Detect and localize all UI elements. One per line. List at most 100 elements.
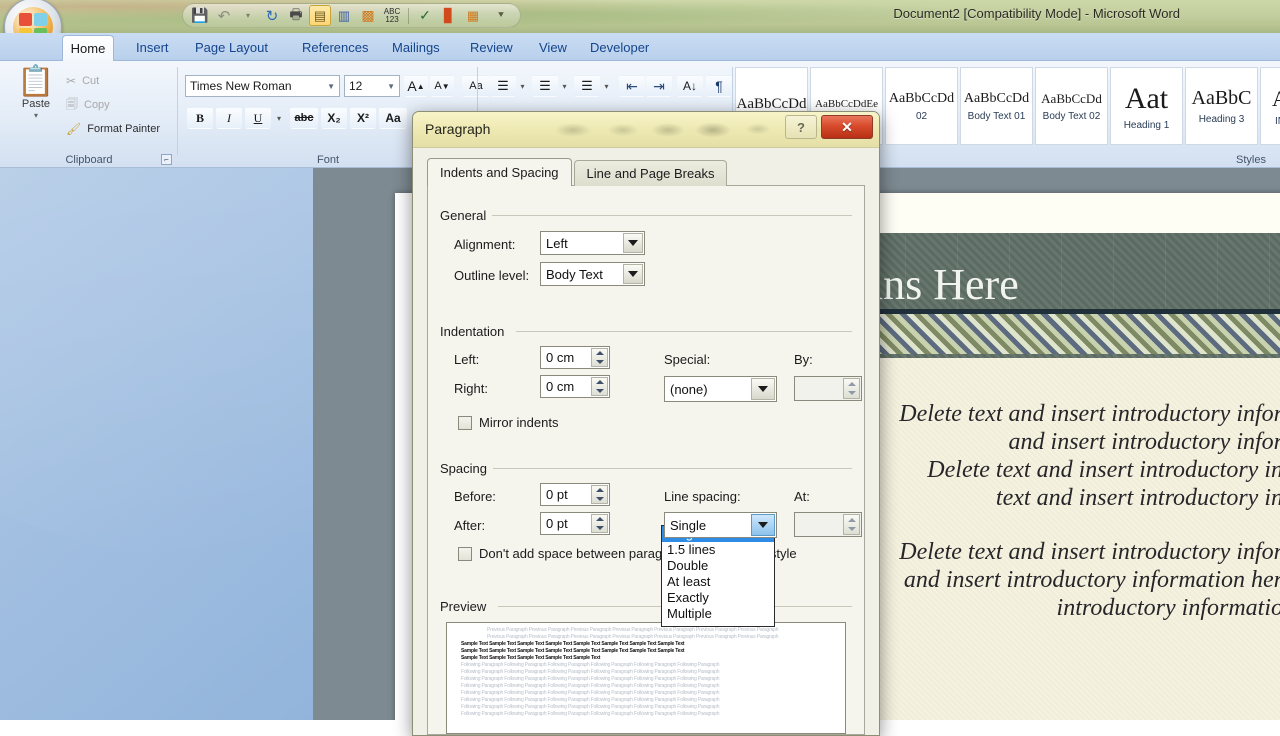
chevron-down-icon[interactable] [751,514,775,536]
right-indent-spinner[interactable]: 0 cm [540,375,610,398]
tab-line-and-page-breaks[interactable]: Line and Page Breaks [574,160,728,186]
chevron-down-icon[interactable] [751,378,775,400]
print-icon[interactable]: 🖶 [285,5,307,26]
cut-button[interactable]: ✂ Cut [66,70,99,92]
outline-level-combo[interactable]: Body Text [540,262,645,286]
save-icon[interactable]: 💾 [189,5,211,26]
help-button[interactable]: ? [785,115,817,139]
mirror-indents-checkbox-row[interactable]: Mirror indents [458,415,558,430]
paste-button[interactable]: 📋 Paste ▾ [12,67,60,143]
numbering-button[interactable]: ☰ [532,75,558,97]
undo-icon[interactable]: ↶ [213,5,235,26]
style-tile-body-text-01[interactable]: AaBbCcDd Body Text 01 [960,67,1033,145]
style-tile-body-text-02[interactable]: AaBbCcDd Body Text 02 [1035,67,1108,145]
undo-dropdown-icon[interactable]: ▾ [237,5,259,26]
open-recent-icon[interactable]: ▩ [357,5,379,26]
style-tile-in[interactable]: A IN [1260,67,1280,145]
style-tile-heading-1[interactable]: Aat Heading 1 [1110,67,1183,145]
spinner-arrows[interactable] [591,514,608,533]
underline-button[interactable]: U [245,107,271,129]
customize-quick-access-toolbar-icon[interactable]: ⯆ [490,5,512,26]
font-name-combo[interactable]: Times New Roman ▼ [185,75,340,97]
tab-review[interactable]: Review [458,33,525,61]
option-double[interactable]: Double [662,558,774,574]
spinner-down-icon[interactable] [844,525,859,535]
numbering-dropdown-icon[interactable]: ▾ [558,75,571,97]
chevron-down-icon[interactable] [623,264,643,284]
spinner-arrows[interactable] [843,378,860,399]
increase-indent-button[interactable]: ⇥ [646,75,672,97]
show-formatting-marks-button[interactable]: ¶ [706,75,732,97]
copy-button[interactable]: 🗐 Copy [66,94,110,116]
spinner-down-icon[interactable] [844,389,859,399]
italic-button[interactable]: I [216,107,242,129]
chevron-down-icon[interactable] [623,233,643,253]
option-exactly[interactable]: Exactly [662,590,774,606]
underline-dropdown-icon[interactable]: ▾ [272,107,286,129]
chevron-down-icon[interactable]: ▼ [327,82,335,91]
spinner-arrows[interactable] [843,514,860,535]
tab-home[interactable]: Home [62,35,114,61]
line-spacing-combo[interactable]: Single [664,512,777,538]
left-indent-spinner[interactable]: 0 cm [540,346,610,369]
bullets-button[interactable]: ☰ [490,75,516,97]
spinner-down-icon[interactable] [592,358,607,367]
tab-view[interactable]: View [527,33,579,61]
chevron-down-icon[interactable]: ▼ [387,82,395,91]
strikethrough-button[interactable]: abc [290,107,318,129]
dont-add-space-checkbox[interactable] [458,547,472,561]
style-tile-2[interactable]: AaBbCcDd 02 [885,67,958,145]
spinner-up-icon[interactable] [592,515,607,524]
spinner-up-icon[interactable] [592,486,607,495]
option-multiple[interactable]: Multiple [662,606,774,622]
tab-page-layout[interactable]: Page Layout [183,33,280,61]
document-properties-icon[interactable]: ▥ [333,5,355,26]
spelling-grammar-icon[interactable]: ABC123 [381,5,403,26]
change-case-button[interactable]: Aa [379,107,407,129]
format-painter-button[interactable]: 🖌 Format Painter [66,118,160,140]
table-icon[interactable]: ▦ [462,5,484,26]
option-1-5-lines[interactable]: 1.5 lines [662,542,774,558]
redo-icon[interactable]: ↻ [261,5,283,26]
check-icon[interactable]: ✓ [414,5,436,26]
tab-indents-and-spacing[interactable]: Indents and Spacing [427,158,572,186]
chart-icon[interactable]: ▊ [438,5,460,26]
tab-mailings[interactable]: Mailings [380,33,452,61]
decrease-indent-button[interactable]: ⇤ [619,75,645,97]
mirror-indents-checkbox[interactable] [458,416,472,430]
spinner-arrows[interactable] [591,377,608,396]
spinner-arrows[interactable] [591,485,608,504]
clipboard-dialog-launcher[interactable]: ⌐ [161,154,172,165]
style-tile-heading-3[interactable]: AaBbC Heading 3 [1185,67,1258,145]
superscript-button[interactable]: X² [350,107,376,129]
spinner-arrows[interactable] [591,348,608,367]
sort-button[interactable]: A↓ [677,75,703,97]
tab-references[interactable]: References [290,33,380,61]
after-spacing-spinner[interactable]: 0 pt [540,512,610,535]
tab-insert[interactable]: Insert [124,33,181,61]
font-size-combo[interactable]: 12 ▼ [344,75,400,97]
spinner-down-icon[interactable] [592,524,607,533]
by-spinner[interactable] [794,376,862,401]
tab-developer[interactable]: Developer [578,33,661,61]
close-button[interactable]: ✕ [821,115,873,139]
spinner-up-icon[interactable] [592,378,607,387]
option-at-least[interactable]: At least [662,574,774,590]
bullets-dropdown-icon[interactable]: ▾ [516,75,529,97]
at-spinner[interactable] [794,512,862,537]
spinner-up-icon[interactable] [844,379,859,389]
multilevel-list-button[interactable]: ☰ [574,75,600,97]
grow-font-button[interactable]: A▲ [404,75,428,97]
alignment-combo[interactable]: Left [540,231,645,255]
special-combo[interactable]: (none) [664,376,777,402]
before-spacing-spinner[interactable]: 0 pt [540,483,610,506]
spinner-up-icon[interactable] [592,349,607,358]
print-preview-icon[interactable]: ▤ [309,5,331,26]
line-spacing-dropdown-list[interactable]: Single 1.5 lines Double At least Exactly… [661,525,775,627]
paste-dropdown-icon[interactable]: ▾ [34,111,38,120]
shrink-font-button[interactable]: A▼ [430,75,454,97]
spinner-up-icon[interactable] [844,515,859,525]
subscript-button[interactable]: X₂ [321,107,347,129]
spinner-down-icon[interactable] [592,495,607,504]
spinner-down-icon[interactable] [592,387,607,396]
